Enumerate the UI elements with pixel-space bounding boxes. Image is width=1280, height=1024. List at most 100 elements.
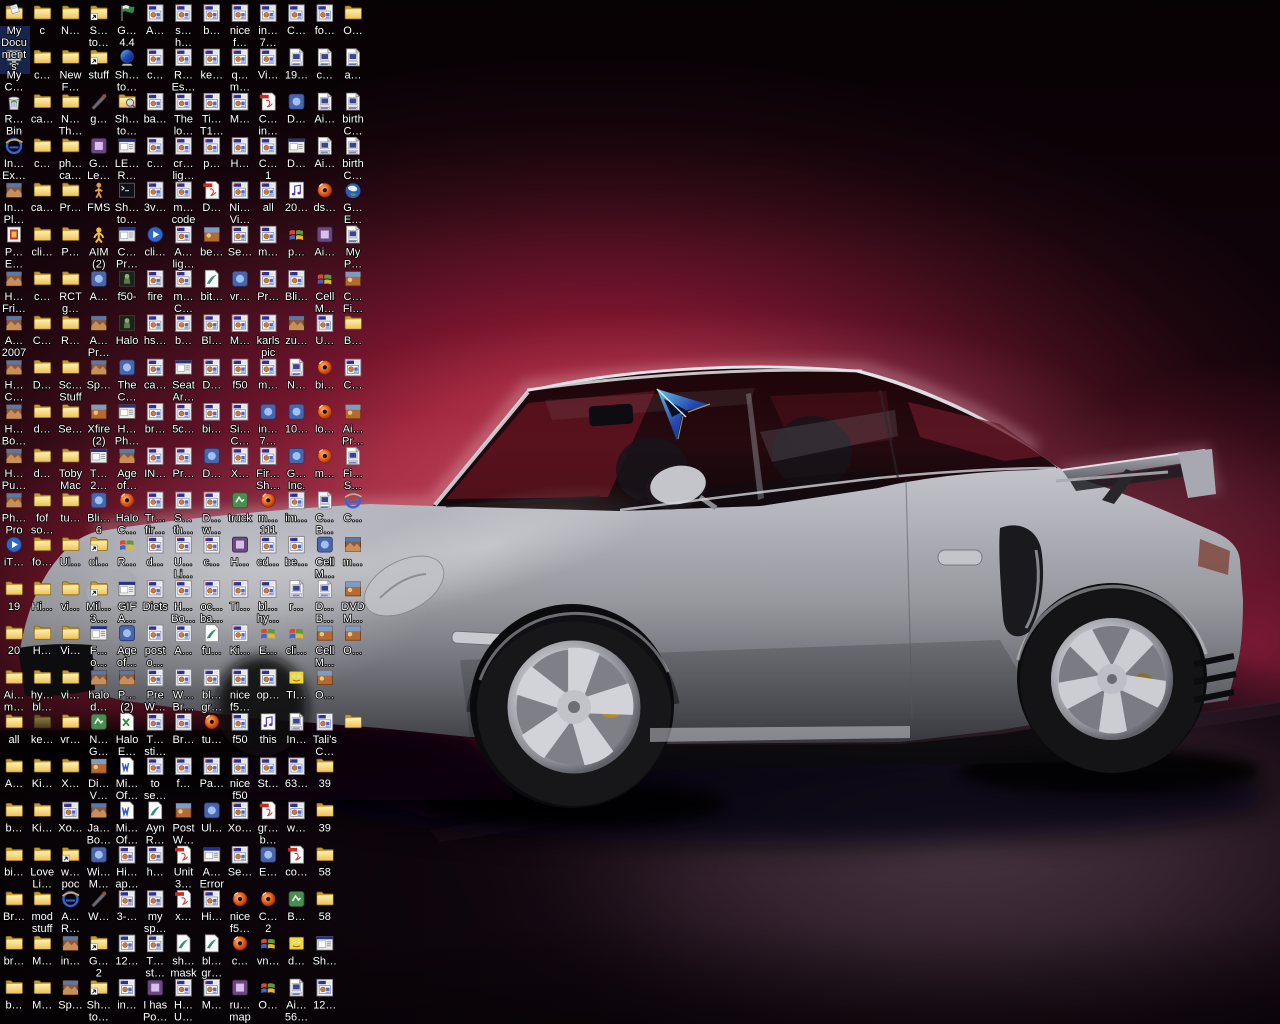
svg-text:T…: T… [146, 734, 164, 746]
svg-text:A…: A… [5, 778, 23, 790]
svg-text:G…: G… [287, 468, 307, 480]
svg-text:19: 19 [8, 601, 20, 613]
svg-text:m…: m… [258, 379, 278, 391]
svg-text:op…: op… [257, 690, 280, 702]
svg-text:Sh…: Sh… [115, 114, 139, 126]
svg-text:X…: X… [61, 778, 79, 790]
svg-text:iT…: iT… [4, 557, 24, 569]
svg-text:bi…: bi… [202, 424, 222, 436]
svg-text:Br…: Br… [3, 911, 25, 923]
svg-text:b…: b… [260, 834, 277, 846]
svg-text:TI…: TI… [230, 601, 251, 613]
svg-text:F…: F… [90, 645, 108, 657]
svg-text:6: 6 [96, 524, 102, 536]
svg-text:In…: In… [286, 734, 306, 746]
svg-text:m…: m… [343, 557, 363, 569]
svg-text:m…: m… [173, 202, 193, 214]
svg-text:N…: N… [287, 379, 306, 391]
svg-text:Cell: Cell [315, 291, 334, 303]
svg-text:A…: A… [203, 867, 221, 879]
svg-text:Ph…: Ph… [115, 436, 139, 448]
svg-text:B…: B… [316, 524, 334, 536]
svg-text:Ki…: Ki… [230, 645, 251, 657]
svg-text:S…: S… [90, 25, 108, 37]
svg-text:Sh…: Sh… [256, 480, 280, 492]
svg-text:bit…: bit… [200, 291, 223, 303]
svg-text:10…: 10… [285, 424, 308, 436]
svg-text:Po…: Po… [143, 1012, 167, 1024]
svg-text:sti…: sti… [144, 746, 166, 758]
svg-text:Ni…: Ni… [229, 202, 250, 214]
svg-text:X…: X… [231, 468, 249, 480]
svg-text:my: my [148, 911, 163, 923]
svg-text:LE…: LE… [115, 158, 139, 170]
svg-text:br…: br… [4, 955, 25, 967]
svg-text:C…: C… [287, 25, 306, 37]
svg-text:hy…: hy… [31, 690, 54, 702]
svg-text:h…: h… [175, 37, 192, 49]
svg-text:H…: H… [5, 291, 24, 303]
svg-text:39: 39 [319, 778, 331, 790]
svg-text:bi…: bi… [315, 379, 335, 391]
svg-text:tu…: tu… [202, 734, 222, 746]
svg-text:DVD: DVD [341, 601, 364, 613]
svg-text:Mac: Mac [60, 480, 81, 492]
svg-text:f5…: f5… [230, 702, 250, 714]
svg-text:Bo…: Bo… [87, 834, 111, 846]
svg-text:Th…: Th… [59, 126, 83, 138]
svg-text:C…: C… [33, 335, 52, 347]
svg-text:R…: R… [5, 114, 24, 126]
svg-text:gr…: gr… [201, 702, 222, 714]
svg-text:H…: H… [231, 158, 250, 170]
svg-text:to…: to… [89, 1012, 109, 1024]
svg-text:G…: G… [89, 746, 109, 758]
svg-text:be…: be… [200, 247, 223, 259]
svg-text:M…: M… [32, 955, 52, 967]
svg-text:C…: C… [259, 911, 278, 923]
svg-text:C…: C… [344, 170, 363, 182]
svg-text:Ti…: Ti… [202, 114, 222, 126]
svg-text:H…: H… [231, 557, 250, 569]
svg-text:M…: M… [315, 657, 335, 669]
svg-text:Love: Love [30, 867, 54, 879]
svg-text:C…: C… [344, 291, 363, 303]
svg-text:nice: nice [230, 690, 250, 702]
svg-text:The: The [118, 379, 137, 391]
svg-text:W…: W… [88, 911, 109, 923]
svg-text:nice: nice [230, 25, 250, 37]
svg-text:3…: 3… [175, 879, 192, 891]
svg-text:R…: R… [118, 170, 137, 182]
svg-text:ru…: ru… [230, 1000, 251, 1012]
svg-text:N…: N… [61, 25, 80, 37]
svg-text:b…: b… [5, 822, 22, 834]
svg-text:Di…: Di… [88, 778, 109, 790]
svg-text:Pr…: Pr… [60, 202, 82, 214]
svg-text:d…: d… [147, 557, 164, 569]
svg-text:ca…: ca… [31, 114, 54, 126]
svg-text:Sc…: Sc… [59, 379, 83, 391]
svg-text:Pa…: Pa… [200, 778, 224, 790]
svg-text:U…: U… [315, 335, 334, 347]
svg-text:C…: C… [118, 524, 137, 536]
svg-text:lo…: lo… [315, 424, 335, 436]
svg-text:C…: C… [5, 81, 24, 93]
svg-text:vr…: vr… [230, 291, 250, 303]
svg-text:2: 2 [96, 967, 102, 979]
svg-text:m…: m… [4, 702, 24, 714]
svg-text:be…: be… [285, 557, 308, 569]
svg-text:Cell: Cell [315, 557, 334, 569]
svg-text:C…: C… [5, 391, 24, 403]
svg-text:Ai…: Ai… [286, 1000, 307, 1012]
svg-text:hs…: hs… [144, 335, 167, 347]
svg-text:20: 20 [8, 645, 20, 657]
svg-text:O…: O… [343, 645, 363, 657]
svg-text:to…: to… [117, 214, 137, 226]
svg-text:gr…: gr… [258, 822, 279, 834]
svg-text:R…: R… [174, 69, 193, 81]
svg-text:A…: A… [174, 247, 192, 259]
svg-text:c…: c… [317, 69, 334, 81]
svg-text:G…: G… [117, 25, 137, 37]
svg-text:My: My [7, 25, 22, 37]
svg-text:bl…: bl… [258, 601, 278, 613]
svg-text:this: this [260, 734, 278, 746]
